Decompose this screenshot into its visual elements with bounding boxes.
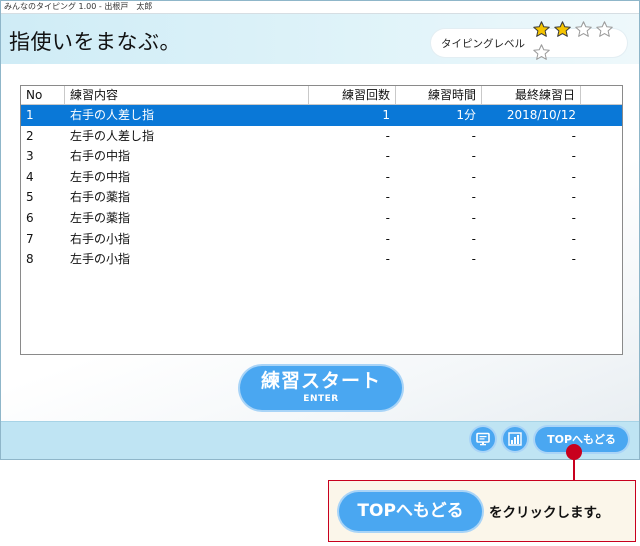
app-window: みんなのタイピング 1.00 - 出根戸 太郎 指使いをまなぶ。 タイピングレベ… — [0, 0, 640, 460]
column-header-content[interactable]: 練習内容 — [65, 86, 309, 104]
cell-last-date: - — [571, 169, 576, 184]
cell-time: - — [471, 190, 476, 205]
cell-count: - — [385, 190, 390, 205]
column-header-last-date[interactable]: 最終練習日 — [482, 86, 581, 104]
cell-last-date: - — [571, 231, 576, 246]
table-row[interactable]: 7 右手の小指 - - - — [21, 229, 622, 250]
callout-instruction-text: をクリックします。 — [489, 505, 610, 521]
table-row[interactable]: 1 右手の人差し指 1 1分 2018/10/12 — [21, 105, 622, 126]
window-title: みんなのタイピング 1.00 - 出根戸 太郎 — [4, 2, 153, 11]
start-practice-button[interactable]: 練習スタート ENTER — [240, 366, 402, 410]
cell-count: 1 — [382, 108, 390, 122]
table-row[interactable]: 4 左手の中指 - - - — [21, 167, 622, 188]
page-title: 指使いをまなぶ。 — [9, 30, 181, 54]
cell-time: - — [471, 231, 476, 246]
star-empty-icon — [574, 20, 593, 39]
cell-last-date: - — [571, 149, 576, 164]
table-body: 1 右手の人差し指 1 1分 2018/10/12 2 左手の人差し指 - - - 3 右手の中指 - -… — [21, 105, 622, 270]
cell-no: 3 — [26, 149, 34, 164]
cell-time: - — [471, 128, 476, 143]
cell-time: - — [471, 169, 476, 184]
cell-content: 左手の小指 — [70, 252, 131, 267]
start-practice-key-hint: ENTER — [303, 394, 339, 404]
typing-level-label: タイピングレベル — [441, 37, 525, 50]
cell-count: - — [385, 128, 390, 143]
typing-level-indicator: タイピングレベル — [431, 21, 627, 60]
cell-count: - — [385, 252, 390, 267]
cell-last-date: 2018/10/12 — [506, 108, 576, 122]
cell-content: 右手の人差し指 — [70, 108, 155, 122]
cell-time: - — [471, 149, 476, 164]
star-empty-icon — [595, 20, 614, 39]
table-row[interactable]: 2 左手の人差し指 - - - — [21, 126, 622, 147]
cell-no: 1 — [26, 108, 34, 122]
callout-pointer-dot — [566, 444, 582, 460]
cell-content: 左手の中指 — [70, 169, 131, 184]
cell-count: - — [385, 149, 390, 164]
table-row[interactable]: 5 右手の薬指 - - - — [21, 187, 622, 208]
star-empty-icon — [532, 43, 551, 62]
star-filled-icon — [553, 20, 572, 39]
cell-last-date: - — [571, 252, 576, 267]
cell-content: 右手の薬指 — [70, 190, 131, 205]
table-row[interactable]: 8 左手の小指 - - - — [21, 249, 622, 270]
cell-content: 左手の人差し指 — [70, 128, 155, 143]
cell-time: - — [471, 210, 476, 225]
cell-content: 左手の薬指 — [70, 210, 131, 225]
cell-time: 1分 — [456, 108, 476, 122]
callout-top-button: TOPへもどる — [339, 492, 482, 531]
header-banner: 指使いをまなぶ。 タイピングレベル — [1, 14, 639, 64]
cell-content: 右手の小指 — [70, 231, 131, 246]
column-header-no[interactable]: No — [21, 86, 65, 104]
cell-time: - — [471, 252, 476, 267]
chart-icon[interactable] — [503, 427, 527, 451]
cell-count: - — [385, 231, 390, 246]
cell-last-date: - — [571, 190, 576, 205]
cell-no: 6 — [26, 210, 34, 225]
cell-no: 4 — [26, 169, 34, 184]
cell-count: - — [385, 210, 390, 225]
cell-count: - — [385, 169, 390, 184]
star-filled-icon — [532, 20, 551, 39]
column-header-time[interactable]: 練習時間 — [396, 86, 482, 104]
practice-table: No 練習内容 練習回数 練習時間 最終練習日 1 右手の人差し指 1 1分 2018/… — [20, 85, 623, 355]
monitor-icon[interactable] — [471, 427, 495, 451]
column-header-count[interactable]: 練習回数 — [309, 86, 396, 104]
level-stars — [532, 20, 627, 66]
cell-last-date: - — [571, 210, 576, 225]
cell-no: 5 — [26, 190, 34, 205]
table-header: No 練習内容 練習回数 練習時間 最終練習日 — [21, 86, 622, 105]
cell-last-date: - — [571, 128, 576, 143]
start-practice-label: 練習スタート — [260, 370, 381, 392]
cell-no: 2 — [26, 128, 34, 143]
cell-no: 8 — [26, 252, 34, 267]
cell-content: 右手の中指 — [70, 149, 131, 164]
table-row[interactable]: 3 右手の中指 - - - — [21, 146, 622, 167]
table-row[interactable]: 6 左手の薬指 - - - — [21, 208, 622, 229]
cell-no: 7 — [26, 231, 34, 246]
window-titlebar: みんなのタイピング 1.00 - 出根戸 太郎 — [1, 1, 639, 14]
